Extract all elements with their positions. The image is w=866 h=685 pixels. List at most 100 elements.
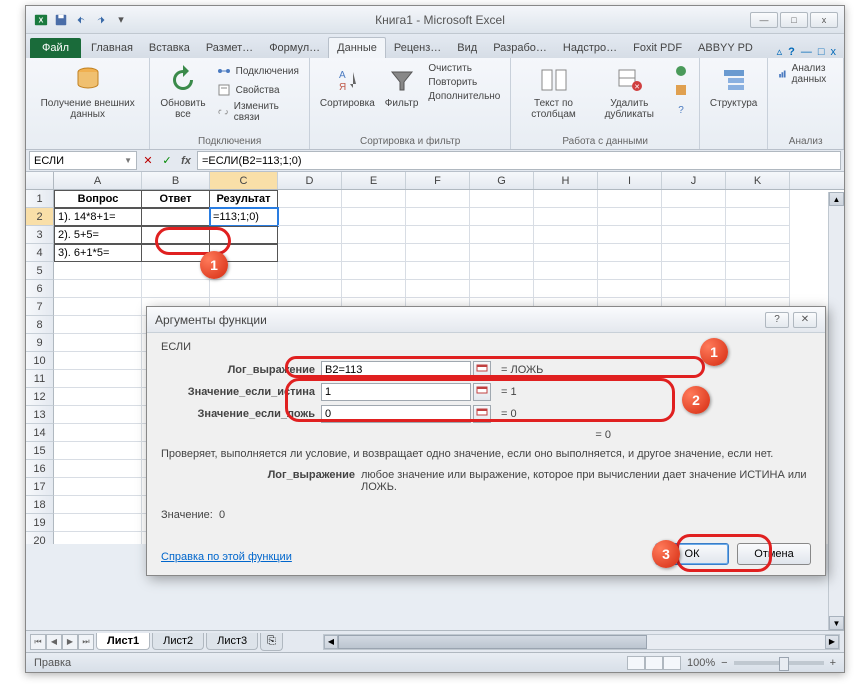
cell-A16[interactable] [54, 460, 142, 478]
row-header-5[interactable]: 5 [26, 262, 54, 280]
cell-A3[interactable]: 2). 5+5= [54, 226, 142, 244]
cell-A5[interactable] [54, 262, 142, 280]
refresh-all-button[interactable]: Обновить все [158, 62, 207, 122]
cell-F1[interactable] [406, 190, 470, 208]
zoom-out-button[interactable]: − [721, 657, 727, 669]
cell-E2[interactable] [342, 208, 406, 226]
column-header-H[interactable]: H [534, 172, 598, 189]
hscroll-thumb[interactable] [338, 635, 647, 649]
cell-G2[interactable] [470, 208, 534, 226]
data-analysis-button[interactable]: Анализ данных [776, 62, 835, 86]
column-header-C[interactable]: C [210, 172, 278, 189]
cell-D5[interactable] [278, 262, 342, 280]
column-header-I[interactable]: I [598, 172, 662, 189]
cell-H1[interactable] [534, 190, 598, 208]
row-header-17[interactable]: 17 [26, 478, 54, 496]
save-icon[interactable] [52, 11, 70, 29]
cell-J3[interactable] [662, 226, 726, 244]
undo-icon[interactable] [72, 11, 90, 29]
row-header-14[interactable]: 14 [26, 424, 54, 442]
cell-H3[interactable] [534, 226, 598, 244]
cell-I1[interactable] [598, 190, 662, 208]
cell-A1[interactable]: Вопрос [54, 190, 142, 208]
chevron-down-icon[interactable]: ▼ [124, 156, 132, 165]
cell-A7[interactable] [54, 298, 142, 316]
select-all-corner[interactable] [26, 172, 54, 189]
fx-button[interactable]: fx [177, 152, 195, 170]
row-header-2[interactable]: 2 [26, 208, 54, 226]
advanced-button[interactable]: Дополнительно [426, 90, 502, 103]
cell-I6[interactable] [598, 280, 662, 298]
cell-D6[interactable] [278, 280, 342, 298]
arg-logical-input[interactable] [321, 361, 471, 379]
formula-enter-button[interactable]: ✓ [158, 152, 176, 170]
row-header-9[interactable]: 9 [26, 334, 54, 352]
cell-D2[interactable] [278, 208, 342, 226]
tab-data[interactable]: Данные [328, 37, 386, 58]
collapse-dialog-icon[interactable] [473, 405, 491, 423]
sheet-tab-new[interactable]: ⎘ [260, 633, 283, 651]
row-header-4[interactable]: 4 [26, 244, 54, 262]
close-button[interactable]: x [810, 12, 838, 28]
minimize-button[interactable]: — [750, 12, 778, 28]
cell-D1[interactable] [278, 190, 342, 208]
cell-G4[interactable] [470, 244, 534, 262]
arg-iftrue-input[interactable] [321, 383, 471, 401]
text-to-columns-button[interactable]: Текст по столбцам [519, 62, 587, 122]
ok-button[interactable]: ОК [655, 543, 729, 565]
cell-B6[interactable] [142, 280, 210, 298]
cell-I4[interactable] [598, 244, 662, 262]
cell-A19[interactable] [54, 514, 142, 532]
cell-H6[interactable] [534, 280, 598, 298]
formula-input[interactable]: =ЕСЛИ(B2=113;1;0) [197, 151, 841, 170]
tab-formulas[interactable]: Формул… [261, 38, 328, 58]
column-header-B[interactable]: B [142, 172, 210, 189]
row-header-7[interactable]: 7 [26, 298, 54, 316]
column-header-D[interactable]: D [278, 172, 342, 189]
cell-A18[interactable] [54, 496, 142, 514]
name-box[interactable]: ЕСЛИ▼ [29, 151, 137, 170]
cell-G6[interactable] [470, 280, 534, 298]
sort-button[interactable]: AЯ Сортировка [318, 62, 377, 111]
sheet-nav-next[interactable]: ▶ [62, 634, 78, 650]
clear-button[interactable]: Очистить [426, 62, 502, 75]
row-header-20[interactable]: 20 [26, 532, 54, 544]
cell-A4[interactable]: 3). 6+1*5= [54, 244, 142, 262]
row-header-11[interactable]: 11 [26, 370, 54, 388]
cell-I2[interactable] [598, 208, 662, 226]
cell-A11[interactable] [54, 370, 142, 388]
cell-F5[interactable] [406, 262, 470, 280]
cell-H5[interactable] [534, 262, 598, 280]
remove-duplicates-button[interactable]: ✕ Удалить дубликаты [594, 62, 665, 122]
tab-layout[interactable]: Размет… [198, 38, 261, 58]
cell-D3[interactable] [278, 226, 342, 244]
external-data-button[interactable]: Получение внешних данных [34, 62, 141, 122]
filter-button[interactable]: Фильтр [383, 62, 421, 111]
cell-E5[interactable] [342, 262, 406, 280]
tab-developer[interactable]: Разрабо… [485, 38, 555, 58]
cell-C1[interactable]: Результат [210, 190, 278, 208]
cell-E1[interactable] [342, 190, 406, 208]
cell-K6[interactable] [726, 280, 790, 298]
cell-J1[interactable] [662, 190, 726, 208]
cell-B4[interactable] [142, 244, 210, 262]
whatif-button[interactable]: ? [671, 100, 691, 118]
arg-iffalse-input[interactable] [321, 405, 471, 423]
cell-E3[interactable] [342, 226, 406, 244]
cell-K4[interactable] [726, 244, 790, 262]
row-header-13[interactable]: 13 [26, 406, 54, 424]
row-header-15[interactable]: 15 [26, 442, 54, 460]
cell-B3[interactable] [142, 226, 210, 244]
sheet-tab-1[interactable]: Лист1 [96, 633, 150, 650]
cell-G5[interactable] [470, 262, 534, 280]
cell-A14[interactable] [54, 424, 142, 442]
cell-A13[interactable] [54, 406, 142, 424]
cell-A8[interactable] [54, 316, 142, 334]
cell-H2[interactable] [534, 208, 598, 226]
cell-E4[interactable] [342, 244, 406, 262]
cell-A2[interactable]: 1). 14*8+1= [54, 208, 142, 226]
redo-icon[interactable] [92, 11, 110, 29]
sheet-nav-prev[interactable]: ◀ [46, 634, 62, 650]
cell-F4[interactable] [406, 244, 470, 262]
doc-close-icon[interactable]: x [831, 46, 837, 58]
